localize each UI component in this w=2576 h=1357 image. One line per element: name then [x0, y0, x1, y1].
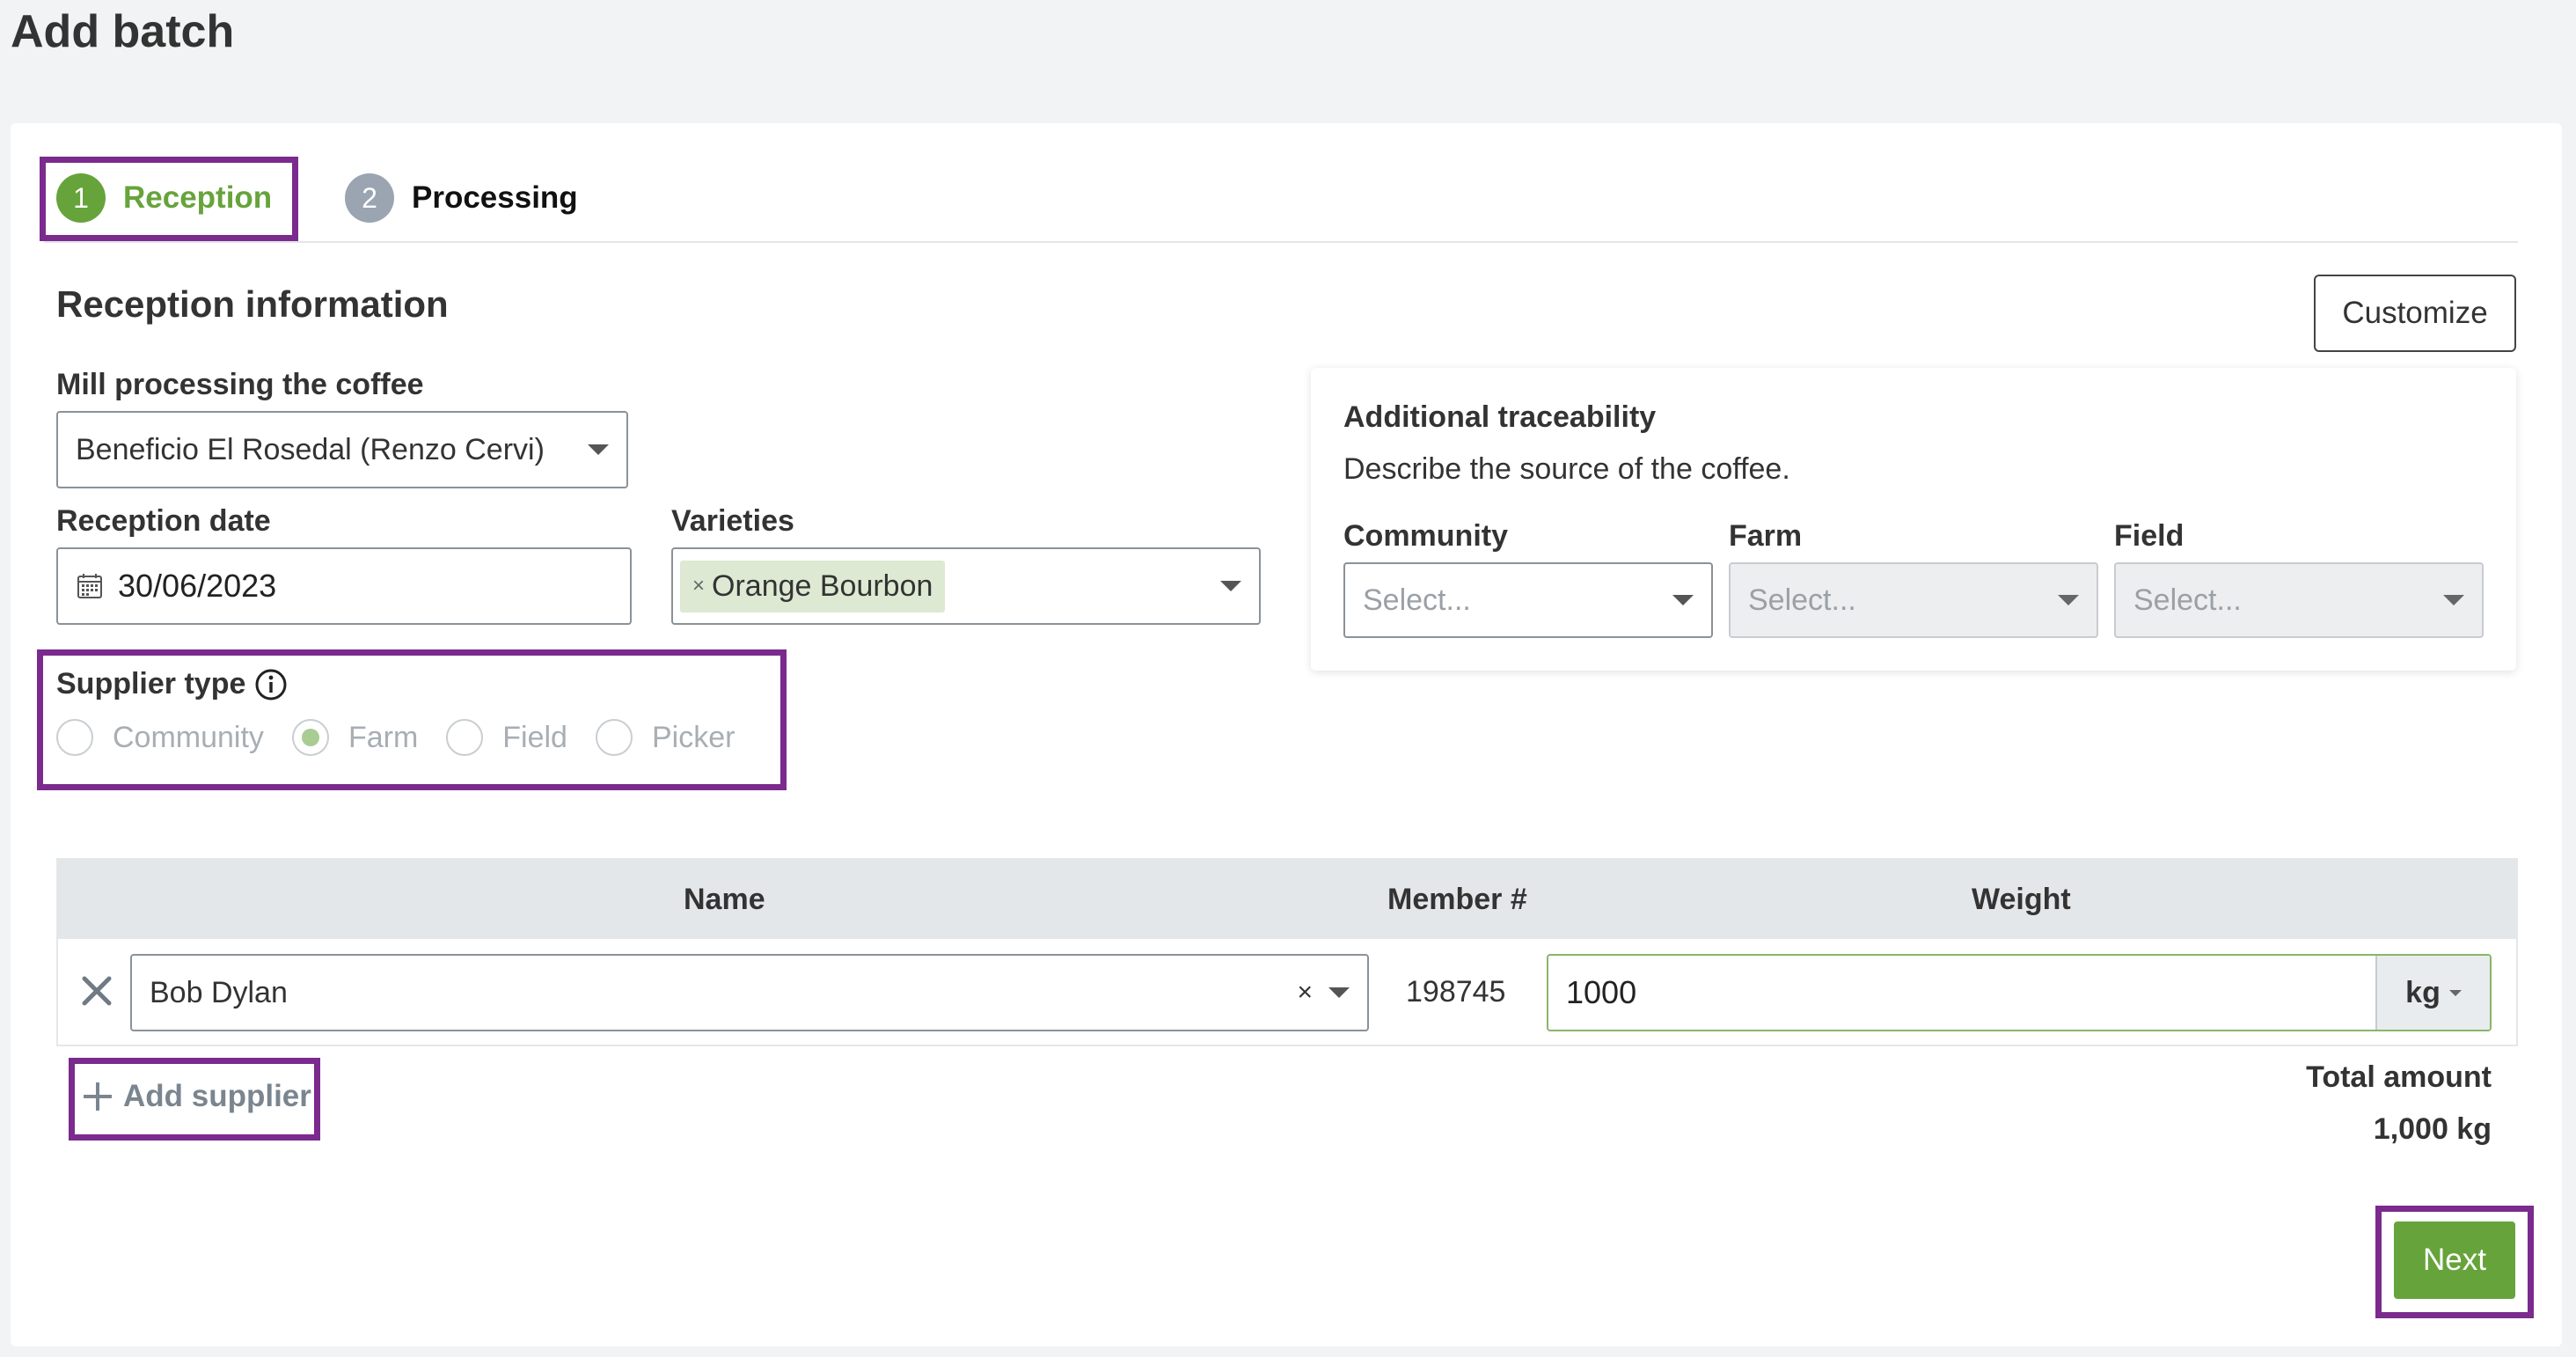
mill-label: Mill processing the coffee	[56, 368, 424, 401]
reception-date-label: Reception date	[56, 504, 271, 538]
remove-row-icon[interactable]	[81, 975, 113, 1007]
radio-community[interactable]	[56, 719, 93, 756]
weight-input[interactable]: 1000 kg	[1547, 954, 2492, 1031]
radio-farm[interactable]	[291, 719, 329, 756]
radio-picker-label: Picker	[651, 720, 735, 754]
tab-processing[interactable]: 2 Processing	[345, 173, 578, 223]
supplier-name-select[interactable]: Bob Dylan ×	[130, 954, 1369, 1031]
total-amount-label: Total amount	[2306, 1060, 2492, 1094]
community-select[interactable]: Select...	[1343, 562, 1713, 638]
chevron-down-icon	[1328, 987, 1350, 998]
add-supplier-label: Add supplier	[123, 1079, 311, 1113]
field-label: Field	[2114, 519, 2184, 553]
tabs-divider	[44, 241, 2518, 243]
weight-value: 1000	[1566, 974, 1637, 1010]
plus-icon	[84, 1082, 112, 1111]
column-header-weight: Weight	[1972, 883, 2071, 916]
supplier-type-label: Supplier type	[56, 667, 246, 701]
mill-select-value: Beneficio El Rosedal (Renzo Cervi)	[76, 432, 545, 466]
add-supplier-button[interactable]: Add supplier	[81, 1079, 311, 1114]
radio-community-label: Community	[113, 720, 264, 754]
next-button[interactable]: Next	[2394, 1221, 2515, 1299]
tab-reception[interactable]: 1 Reception	[56, 173, 272, 223]
page-title: Add batch	[11, 6, 235, 57]
variety-tag-label: Orange Bourbon	[712, 568, 933, 603]
community-placeholder: Select...	[1363, 583, 1471, 617]
radio-farm-label: Farm	[348, 720, 419, 754]
radio-picker[interactable]	[595, 719, 633, 756]
radio-field[interactable]	[446, 719, 484, 756]
member-number: 198745	[1406, 975, 1506, 1009]
unit-value: kg	[2405, 975, 2441, 1009]
chevron-down-icon	[2448, 989, 2462, 996]
varieties-label: Varieties	[671, 504, 794, 538]
mill-select[interactable]: Beneficio El Rosedal (Renzo Cervi)	[56, 411, 628, 488]
chevron-down-icon	[1220, 581, 1241, 591]
chevron-down-icon	[2058, 595, 2079, 605]
tab-reception-label: Reception	[123, 180, 273, 215]
suppliers-table-header: Name Member # Weight	[56, 858, 2518, 939]
varieties-select[interactable]: × Orange Bourbon	[671, 547, 1261, 625]
variety-tag[interactable]: × Orange Bourbon	[680, 560, 946, 612]
reception-date-value: 30/06/2023	[118, 568, 277, 604]
unit-select[interactable]: kg	[2375, 956, 2490, 1030]
total-amount-value: 1,000 kg	[2373, 1112, 2492, 1146]
farm-label: Farm	[1729, 519, 1803, 553]
calendar-icon	[77, 574, 102, 598]
field-placeholder: Select...	[2133, 583, 2242, 617]
community-label: Community	[1343, 519, 1508, 553]
step-number-2: 2	[345, 173, 394, 223]
radio-field-label: Field	[502, 720, 567, 754]
column-header-name: Name	[684, 883, 765, 916]
reception-date-input[interactable]: 30/06/2023	[56, 547, 632, 625]
step-number-1: 1	[56, 173, 106, 223]
chevron-down-icon	[1672, 595, 1694, 605]
traceability-title: Additional traceability	[1343, 400, 1657, 434]
customize-button[interactable]: Customize	[2314, 275, 2516, 352]
clear-icon[interactable]: ×	[1297, 978, 1313, 1008]
tab-processing-label: Processing	[412, 180, 578, 215]
supplier-name-value: Bob Dylan	[150, 975, 288, 1009]
farm-placeholder: Select...	[1748, 583, 1856, 617]
section-title: Reception information	[56, 283, 449, 325]
remove-tag-icon[interactable]: ×	[692, 574, 705, 598]
chevron-down-icon	[2443, 595, 2464, 605]
field-select[interactable]: Select...	[2114, 562, 2484, 638]
supplier-type-heading: Supplier type	[56, 667, 288, 701]
info-icon[interactable]	[254, 668, 288, 701]
farm-select[interactable]: Select...	[1729, 562, 2098, 638]
supplier-type-radio-group: Community Farm Field Picker	[56, 719, 763, 756]
traceability-description: Describe the source of the coffee.	[1343, 452, 1790, 486]
chevron-down-icon	[588, 444, 609, 455]
column-header-member: Member #	[1387, 883, 1527, 916]
